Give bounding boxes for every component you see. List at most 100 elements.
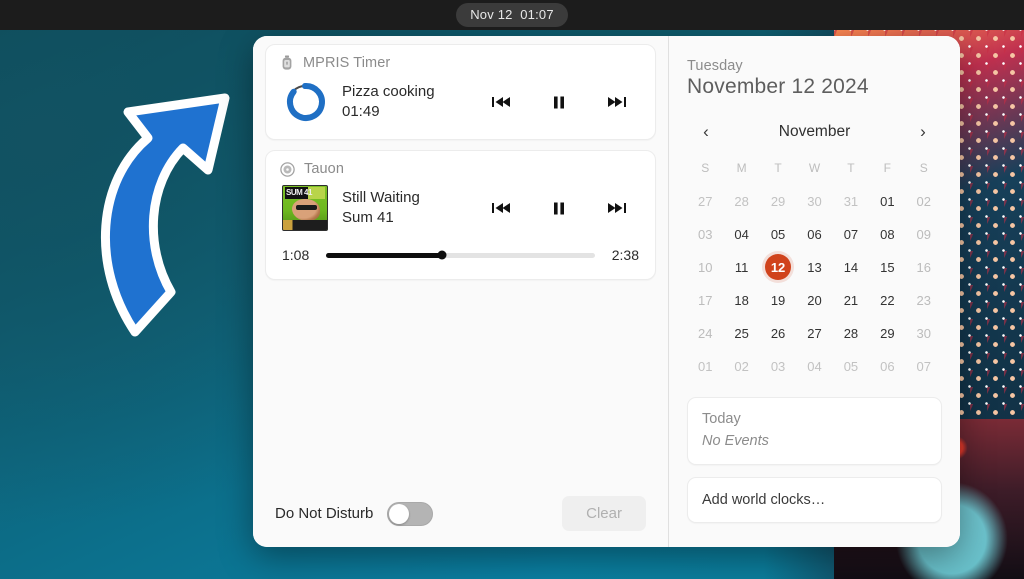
pause-button[interactable] (549, 92, 569, 112)
pause-button[interactable] (549, 198, 569, 218)
notification-group-tauon[interactable]: Tauon SUM 41 Still Waiting Sum 41 1:08 2… (265, 150, 656, 280)
top-bar: Nov 12 01:07 (0, 0, 1024, 30)
notification-header: MPRIS Timer (266, 45, 655, 73)
calendar-day[interactable]: 04 (796, 351, 832, 381)
media-text: Pizza cooking 01:49 (342, 82, 477, 123)
calendar-dow-label: S (919, 161, 928, 175)
previous-icon (492, 97, 510, 107)
calendar-day[interactable]: 25 (723, 318, 759, 348)
media-controls (491, 92, 639, 112)
calendar-day[interactable]: 18 (723, 285, 759, 315)
calendar-day[interactable]: 22 (869, 285, 905, 315)
calendar-day[interactable]: 04 (723, 219, 759, 249)
seek-handle[interactable] (437, 250, 447, 260)
calendar-day[interactable]: 01 (869, 186, 905, 216)
events-card[interactable]: Today No Events (687, 397, 942, 465)
calendar-day[interactable]: 30 (796, 186, 832, 216)
next-button[interactable] (607, 92, 627, 112)
notification-group-mpris-timer[interactable]: MPRIS Timer Pizza cooking 01:49 (265, 44, 656, 140)
calendar-day-number: 04 (807, 358, 822, 374)
pause-icon (554, 96, 564, 108)
calendar-day-number: 05 (770, 226, 786, 242)
calendar-day[interactable]: 05 (760, 219, 796, 249)
calendar-day[interactable]: 09 (906, 219, 942, 249)
calendar-day[interactable]: 19 (760, 285, 796, 315)
calendar-day[interactable]: 16 (906, 252, 942, 282)
calendar-day-number: 31 (843, 193, 859, 209)
calendar-day[interactable]: 24 (687, 318, 723, 348)
pause-icon (554, 202, 564, 214)
calendar-day[interactable]: 27 (796, 318, 832, 348)
calendar-day[interactable]: 10 (687, 252, 723, 282)
previous-icon (492, 203, 510, 213)
next-button[interactable] (607, 198, 627, 218)
calendar-dow-label: W (808, 161, 821, 175)
total-time: 2:38 (611, 247, 639, 263)
calendar-day[interactable]: 07 (906, 351, 942, 381)
track-title: Still Waiting (342, 188, 420, 206)
events-empty-text: No Events (702, 433, 769, 449)
calendar-day-number: 29 (770, 193, 786, 209)
next-icon (608, 97, 626, 107)
chevron-right-icon[interactable]: › (910, 119, 936, 145)
calendar-day[interactable]: 02 (906, 186, 942, 216)
desktop: Nov 12 01:07 MPRIS Timer Pizza cooking 0… (0, 0, 1024, 579)
calendar-dow-label: T (774, 161, 782, 175)
calendar-day[interactable]: 29 (760, 186, 796, 216)
calendar-day[interactable]: 14 (833, 252, 869, 282)
calendar-day[interactable]: 29 (869, 318, 905, 348)
calendar-day[interactable]: 31 (833, 186, 869, 216)
notification-app-name: Tauon (304, 161, 345, 177)
calendar-day-number: 11 (734, 259, 749, 275)
calendar-day[interactable]: 13 (796, 252, 832, 282)
calendar-day-number: 29 (880, 325, 895, 341)
topbar-clock[interactable]: Nov 12 01:07 (456, 3, 568, 27)
calendar-day[interactable]: 26 (760, 318, 796, 348)
do-not-disturb-toggle[interactable] (387, 501, 434, 526)
calendar-day-number: 19 (770, 292, 786, 308)
calendar-day[interactable]: 27 (687, 186, 723, 216)
calendar-day-number: 12 (765, 254, 792, 280)
calendar-day[interactable]: 06 (796, 219, 832, 249)
calendar-day[interactable]: 08 (869, 219, 905, 249)
seek-slider[interactable] (326, 250, 595, 260)
calendar-day-number: 23 (916, 292, 931, 308)
calendar-day[interactable]: 15 (869, 252, 905, 282)
seek-row: 1:08 2:38 (266, 245, 655, 279)
calendar-day[interactable]: 03 (687, 219, 723, 249)
calendar-day-number: 01 (697, 358, 713, 374)
calendar-day[interactable]: 06 (869, 351, 905, 381)
calendar-day[interactable]: 07 (833, 219, 869, 249)
add-world-clocks-button[interactable]: Add world clocks… (687, 477, 942, 523)
calendar-day[interactable]: 11 (723, 252, 759, 282)
calendar-day[interactable]: 28 (833, 318, 869, 348)
calendar-day-number: 17 (697, 292, 713, 308)
calendar-day[interactable]: 03 (760, 351, 796, 381)
do-not-disturb-row: Do Not Disturb (275, 501, 434, 526)
calendar-day[interactable]: 20 (796, 285, 832, 315)
chevron-left-icon[interactable]: ‹ (693, 119, 719, 145)
media-text: Still Waiting Sum 41 (342, 188, 477, 229)
calendar-dow-label: T (847, 161, 855, 175)
calendar-day-number: 27 (697, 193, 713, 209)
notification-body: SUM 41 Still Waiting Sum 41 (266, 179, 655, 245)
notification-body: Pizza cooking 01:49 (266, 73, 655, 139)
calendar-day[interactable]: 23 (906, 285, 942, 315)
calendar-dow-label: S (701, 161, 710, 175)
calendar-day[interactable]: 05 (833, 351, 869, 381)
calendar-day[interactable]: 01 (687, 351, 723, 381)
calendar-day-today[interactable]: 12 (760, 252, 796, 282)
previous-button[interactable] (491, 92, 511, 112)
calendar-day[interactable]: 02 (723, 351, 759, 381)
elapsed-time: 1:08 (282, 247, 310, 263)
calendar-day[interactable]: 21 (833, 285, 869, 315)
events-title: Today (702, 411, 741, 427)
do-not-disturb-label: Do Not Disturb (275, 505, 374, 522)
previous-button[interactable] (491, 198, 511, 218)
calendar-day[interactable]: 30 (906, 318, 942, 348)
calendar-day[interactable]: 17 (687, 285, 723, 315)
calendar-day[interactable]: 28 (723, 186, 759, 216)
clear-button[interactable]: Clear (562, 496, 646, 531)
calendar-dow-label: M (736, 161, 747, 175)
album-art-text: SUM 41 (285, 187, 325, 199)
